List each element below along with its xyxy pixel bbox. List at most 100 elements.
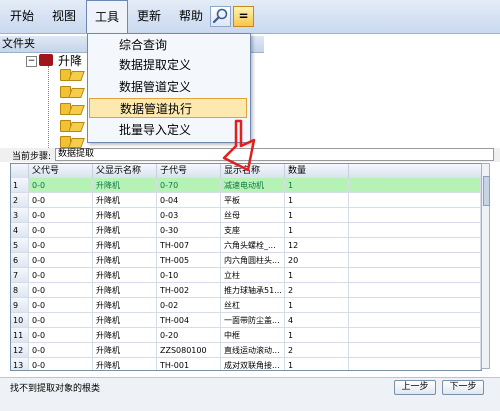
cell-parent-name[interactable]: 升降机	[93, 178, 157, 193]
menu-start[interactable]: 开始	[2, 0, 42, 33]
cell-child-code[interactable]: 0-20	[157, 328, 221, 343]
table-row[interactable]: 10 0-0 升降机 TH-004 一面带防尘盖... 4	[11, 313, 481, 328]
cell-display-name[interactable]: 平板	[221, 193, 285, 208]
cell-parent-code[interactable]: 0-0	[29, 313, 93, 328]
cell-display-name[interactable]: 六角头螺栓_...	[221, 238, 285, 253]
cell-parent-code[interactable]: 0-0	[29, 178, 93, 193]
cell-child-code[interactable]: 0-02	[157, 298, 221, 313]
menu-view[interactable]: 视图	[44, 0, 84, 33]
cell-display-name[interactable]: 推力球轴承51...	[221, 283, 285, 298]
cell-parent-name[interactable]: 升降机	[93, 268, 157, 283]
previous-step-button[interactable]: 上一步	[394, 380, 436, 395]
cell-parent-name[interactable]: 升降机	[93, 343, 157, 358]
col-header-quantity[interactable]: 数量	[285, 164, 349, 178]
cell-child-code[interactable]: 0-10	[157, 268, 221, 283]
cell-parent-code[interactable]: 0-0	[29, 328, 93, 343]
col-header-display-name[interactable]: 显示名称	[221, 164, 285, 178]
scrollbar-thumb[interactable]	[483, 176, 490, 206]
row-number[interactable]: 12	[11, 343, 29, 358]
tree-collapse-toggle[interactable]: −	[26, 56, 37, 67]
cell-quantity[interactable]: 1	[285, 178, 349, 193]
table-row[interactable]: 4 0-0 升降机 0-30 支座 1	[11, 223, 481, 238]
row-number[interactable]: 13	[11, 358, 29, 370]
cell-parent-code[interactable]: 0-0	[29, 253, 93, 268]
cell-parent-code[interactable]: 0-0	[29, 283, 93, 298]
next-step-button[interactable]: 下一步	[442, 380, 484, 395]
cell-quantity[interactable]: 12	[285, 238, 349, 253]
cell-quantity[interactable]: 1	[285, 268, 349, 283]
cell-parent-code[interactable]: 0-0	[29, 358, 93, 370]
tree-node-icon[interactable]	[60, 134, 85, 148]
cell-parent-name[interactable]: 升降机	[93, 223, 157, 238]
cell-child-code[interactable]: TH-007	[157, 238, 221, 253]
row-number[interactable]: 9	[11, 298, 29, 313]
cell-quantity[interactable]: 1	[285, 208, 349, 223]
row-number[interactable]: 4	[11, 223, 29, 238]
cell-child-code[interactable]: 0-70	[157, 178, 221, 193]
cell-display-name[interactable]: 直线运动滚动...	[221, 343, 285, 358]
row-number[interactable]: 8	[11, 283, 29, 298]
cell-quantity[interactable]: 1	[285, 298, 349, 313]
tree-node-icon[interactable]	[60, 67, 85, 81]
cell-quantity[interactable]: 1	[285, 358, 349, 370]
row-number[interactable]: 3	[11, 208, 29, 223]
cell-parent-code[interactable]: 0-0	[29, 343, 93, 358]
cell-parent-name[interactable]: 升降机	[93, 193, 157, 208]
cell-parent-code[interactable]: 0-0	[29, 193, 93, 208]
table-row[interactable]: 7 0-0 升降机 0-10 立柱 1	[11, 268, 481, 283]
cell-display-name[interactable]: 内六角圆柱头...	[221, 253, 285, 268]
cell-display-name[interactable]: 中框	[221, 328, 285, 343]
cell-child-code[interactable]: TH-004	[157, 313, 221, 328]
cell-parent-code[interactable]: 0-0	[29, 223, 93, 238]
cell-display-name[interactable]: 一面带防尘盖...	[221, 313, 285, 328]
menu-item-pipeline-definition[interactable]: 数据管道定义	[89, 77, 247, 97]
row-number[interactable]: 6	[11, 253, 29, 268]
cell-display-name[interactable]: 立柱	[221, 268, 285, 283]
table-row[interactable]: 3 0-0 升降机 0-03 丝母 1	[11, 208, 481, 223]
cell-display-name[interactable]: 丝母	[221, 208, 285, 223]
menu-item-batch-import-definition[interactable]: 批量导入定义	[89, 120, 247, 140]
cell-display-name[interactable]: 丝杠	[221, 298, 285, 313]
cell-quantity[interactable]: 1	[285, 328, 349, 343]
cell-parent-name[interactable]: 升降机	[93, 313, 157, 328]
table-row[interactable]: 9 0-0 升降机 0-02 丝杠 1	[11, 298, 481, 313]
table-row[interactable]: 1 0-0 升降机 0-70 减速电动机 1	[11, 178, 481, 193]
cell-parent-name[interactable]: 升降机	[93, 358, 157, 370]
cell-quantity[interactable]: 20	[285, 253, 349, 268]
cell-quantity[interactable]: 1	[285, 193, 349, 208]
table-row[interactable]: 13 0-0 升降机 TH-001 成对双联角接... 1	[11, 358, 481, 370]
tree-node-icon[interactable]	[60, 101, 85, 115]
menu-item-general-query[interactable]: 综合查询	[89, 35, 247, 55]
search-icon[interactable]	[210, 6, 231, 27]
table-row[interactable]: 6 0-0 升降机 TH-005 内六角圆柱头... 20	[11, 253, 481, 268]
cell-child-code[interactable]: 0-04	[157, 193, 221, 208]
table-row[interactable]: 8 0-0 升降机 TH-002 推力球轴承51... 2	[11, 283, 481, 298]
row-number[interactable]: 5	[11, 238, 29, 253]
table-row[interactable]: 11 0-0 升降机 0-20 中框 1	[11, 328, 481, 343]
cell-child-code[interactable]: 0-03	[157, 208, 221, 223]
col-header-parent-name[interactable]: 父显示名称	[93, 164, 157, 178]
tree-node-icon[interactable]	[60, 118, 85, 132]
cell-display-name[interactable]: 减速电动机	[221, 178, 285, 193]
row-number[interactable]: 11	[11, 328, 29, 343]
table-row[interactable]: 5 0-0 升降机 TH-007 六角头螺栓_... 12	[11, 238, 481, 253]
cell-parent-name[interactable]: 升降机	[93, 283, 157, 298]
cell-child-code[interactable]: TH-001	[157, 358, 221, 370]
cell-child-code[interactable]: TH-005	[157, 253, 221, 268]
table-row[interactable]: 2 0-0 升降机 0-04 平板 1	[11, 193, 481, 208]
grid-vertical-scrollbar[interactable]	[481, 163, 490, 369]
tree-node-icon[interactable]	[60, 84, 85, 98]
row-number[interactable]: 1	[11, 178, 29, 193]
cell-child-code[interactable]: TH-002	[157, 283, 221, 298]
menu-help[interactable]: 帮助	[171, 0, 211, 33]
menu-item-pipeline-execute[interactable]: 数据管道执行	[89, 98, 247, 118]
cell-quantity[interactable]: 2	[285, 283, 349, 298]
cell-parent-code[interactable]: 0-0	[29, 298, 93, 313]
col-header-parent-code[interactable]: 父代号	[29, 164, 93, 178]
cell-parent-code[interactable]: 0-0	[29, 238, 93, 253]
menu-tools[interactable]: 工具	[86, 0, 128, 33]
cell-quantity[interactable]: 1	[285, 223, 349, 238]
cell-display-name[interactable]: 支座	[221, 223, 285, 238]
menu-update[interactable]: 更新	[129, 0, 169, 33]
cell-parent-name[interactable]: 升降机	[93, 298, 157, 313]
